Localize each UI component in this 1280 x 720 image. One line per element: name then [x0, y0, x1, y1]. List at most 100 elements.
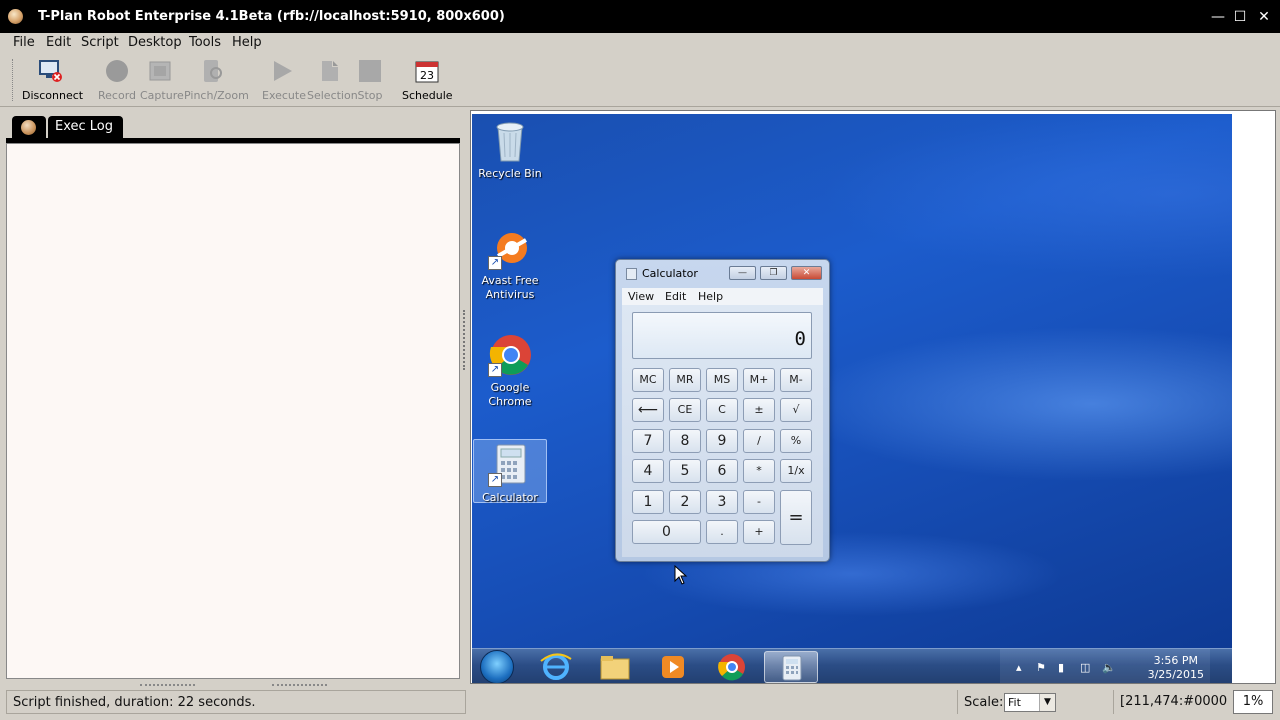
calc-restore-button[interactable]: ❐: [760, 266, 787, 280]
calculator-icon: ↗: [488, 443, 532, 487]
remote-desktop[interactable]: Recycle Bin ↗ Avast Free Antivirus ↗ Goo…: [472, 114, 1232, 648]
ms-button[interactable]: MS: [706, 368, 738, 392]
m-minus-button[interactable]: M-: [780, 368, 812, 392]
calculator-display: 0: [632, 312, 812, 359]
menu-edit[interactable]: Edit: [46, 35, 71, 50]
desktop-icon-avast[interactable]: ↗ Avast Free Antivirus: [473, 226, 547, 302]
action-center-flag-icon[interactable]: ⚑: [1036, 661, 1046, 674]
stop-label: Stop: [357, 89, 383, 102]
svg-text:23: 23: [420, 69, 434, 82]
panel-splitter[interactable]: [463, 110, 469, 684]
menu-help[interactable]: Help: [232, 35, 262, 50]
scale-control: Scale: Fit ▼: [957, 690, 1107, 714]
calculator-menu-bar: View Edit Help: [622, 288, 823, 305]
taskbar-media-player[interactable]: [647, 651, 701, 683]
disconnect-button[interactable]: Disconnect: [22, 59, 83, 102]
percent-button[interactable]: %: [780, 429, 812, 453]
multiply-button[interactable]: *: [743, 459, 775, 483]
record-icon: [105, 59, 129, 83]
calc-minimize-button[interactable]: —: [729, 266, 756, 280]
execute-button[interactable]: Execute: [262, 59, 306, 102]
equals-button[interactable]: =: [780, 490, 812, 545]
remote-desktop-viewer[interactable]: Recycle Bin ↗ Avast Free Antivirus ↗ Goo…: [470, 110, 1276, 684]
digit-3-button[interactable]: 3: [706, 490, 738, 514]
digit-0-button[interactable]: 0: [632, 520, 701, 544]
calc-menu-edit[interactable]: Edit: [665, 290, 686, 303]
selection-button[interactable]: Selection: [307, 59, 358, 102]
toolbar-grip[interactable]: [12, 59, 15, 101]
stop-button[interactable]: Stop: [357, 59, 383, 102]
mr-button[interactable]: MR: [669, 368, 701, 392]
calculator-window[interactable]: Calculator — ❐ ✕ View Edit Help 0 MC MR …: [615, 259, 830, 562]
avast-icon: ↗: [488, 226, 532, 270]
taskbar-explorer[interactable]: [588, 651, 642, 683]
minimize-icon[interactable]: —: [1210, 10, 1226, 24]
desktop-icon-chrome[interactable]: ↗ Google Chrome: [473, 333, 547, 409]
schedule-button[interactable]: 23 Schedule: [402, 59, 453, 102]
network-icon[interactable]: ◫: [1080, 661, 1090, 674]
power-icon[interactable]: ▮: [1058, 661, 1064, 674]
menu-file[interactable]: File: [13, 35, 35, 50]
scale-dropdown[interactable]: Fit ▼: [1004, 693, 1056, 712]
menu-desktop[interactable]: Desktop: [128, 35, 182, 50]
decimal-button[interactable]: .: [706, 520, 738, 544]
calc-menu-view[interactable]: View: [628, 290, 654, 303]
volume-icon[interactable]: 🔈: [1102, 661, 1116, 674]
media-player-icon: [662, 656, 684, 678]
plus-minus-button[interactable]: ±: [743, 398, 775, 422]
digit-1-button[interactable]: 1: [632, 490, 664, 514]
add-button[interactable]: +: [743, 520, 775, 544]
digit-8-button[interactable]: 8: [669, 429, 701, 453]
calc-close-button[interactable]: ✕: [791, 266, 822, 280]
mc-button[interactable]: MC: [632, 368, 664, 392]
tab-exec-log[interactable]: Exec Log: [48, 116, 123, 138]
chrome-label-2: Chrome: [488, 395, 532, 408]
avast-label-2: Antivirus: [485, 288, 535, 301]
desktop-icon-recycle-bin[interactable]: Recycle Bin: [473, 119, 547, 181]
clock-date: 3/25/2015: [1147, 668, 1204, 681]
exec-log-panel: Exec Log: [4, 110, 462, 684]
chrome-icon: [718, 654, 745, 681]
divide-button[interactable]: /: [743, 429, 775, 453]
digit-4-button[interactable]: 4: [632, 459, 664, 483]
calculator-title: Calculator: [642, 267, 698, 280]
c-button[interactable]: C: [706, 398, 738, 422]
start-button[interactable]: [480, 650, 514, 683]
taskbar-calculator[interactable]: [764, 651, 818, 683]
calc-menu-help[interactable]: Help: [698, 290, 723, 303]
m-plus-button[interactable]: M+: [743, 368, 775, 392]
status-bar: Script finished, duration: 22 seconds. S…: [0, 688, 1280, 720]
digit-9-button[interactable]: 9: [706, 429, 738, 453]
tab-icon-button[interactable]: [12, 116, 46, 138]
chrome-label-1: Google: [490, 381, 530, 394]
show-hidden-icons-icon[interactable]: ▴: [1016, 661, 1022, 674]
menu-tools[interactable]: Tools: [189, 35, 221, 50]
ce-button[interactable]: CE: [669, 398, 701, 422]
recycle-bin-label: Recycle Bin: [478, 167, 542, 180]
zoom-percent[interactable]: 1%: [1233, 690, 1273, 714]
internet-explorer-icon: [540, 653, 572, 680]
close-icon[interactable]: ✕: [1256, 10, 1272, 24]
taskbar-chrome[interactable]: [705, 651, 759, 683]
system-tray: ▴ ⚑ ▮ ◫ 🔈 3:56 PM 3/25/2015: [1000, 649, 1210, 683]
digit-7-button[interactable]: 7: [632, 429, 664, 453]
exec-log-output[interactable]: [6, 143, 460, 679]
capture-label: Capture: [140, 89, 184, 102]
record-button[interactable]: Record: [98, 59, 136, 102]
digit-6-button[interactable]: 6: [706, 459, 738, 483]
pointer-coordinates: [211,474:#0000...: [1113, 690, 1227, 714]
taskbar-ie[interactable]: [529, 651, 583, 683]
subtract-button[interactable]: -: [743, 490, 775, 514]
digit-5-button[interactable]: 5: [669, 459, 701, 483]
capture-button[interactable]: Capture: [140, 59, 184, 102]
taskbar-clock[interactable]: 3:56 PM 3/25/2015: [1148, 654, 1204, 682]
sqrt-button[interactable]: √: [780, 398, 812, 422]
pinch-zoom-button[interactable]: Pinch/Zoom: [184, 59, 249, 102]
backspace-button[interactable]: ⟵: [632, 398, 664, 422]
digit-2-button[interactable]: 2: [669, 490, 701, 514]
menu-script[interactable]: Script: [81, 35, 119, 50]
desktop-icon-calculator[interactable]: ↗ Calculator: [473, 439, 547, 504]
calculator-body: 0 MC MR MS M+ M- ⟵ CE C ± √ 7 8 9 / % 4 …: [622, 305, 823, 557]
maximize-icon[interactable]: ☐: [1232, 10, 1248, 24]
reciprocal-button[interactable]: 1/x: [780, 459, 812, 483]
